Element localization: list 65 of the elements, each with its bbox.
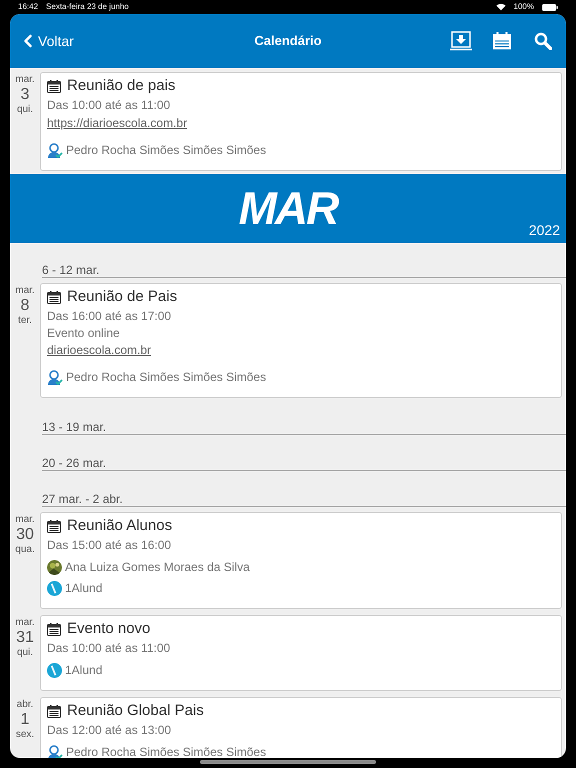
day-number: 1 [20,712,30,728]
battery-icon [542,4,558,10]
day-number: 31 [16,630,34,646]
week-label: 13 - 19 mar. [42,420,106,434]
participant-name: 1Alund [65,581,102,596]
event-title: Reunião Global Pais [67,701,204,721]
teacher-icon [47,370,63,386]
event-card[interactable]: Reunião de Pais Das 16:00 até as 17:00 Evento online diarioescola.com.br Pedro Rocha Simões Simões Simões [40,283,562,398]
event-card[interactable]: Evento novo Das 10:00 até as 11:00 1Alund [40,615,562,691]
event-time: Das 10:00 até as 11:00 [47,97,172,114]
event-card[interactable]: Reunião Global Pais Das 12:00 até as 13:00 Pedro Rocha Simões Simões Simões [40,697,562,758]
event-link[interactable]: diarioescola.com.br [47,343,152,357]
calendar-icon [47,80,61,92]
event-note: Evento online [47,325,121,341]
calendar-icon [47,520,61,532]
month-year: 2022 [528,221,560,240]
search-button[interactable] [534,32,552,50]
week-label: 6 - 12 mar. [42,263,100,277]
event-card[interactable]: Reunião de pais Das 10:00 até as 11:00 https://diarioescola.com.br Pedro Rocha Simões Simões Simões [40,72,562,171]
status-date: Sexta-feira 23 de junho [46,1,129,13]
event-title: Reunião de Pais [67,287,178,307]
participant-name: Ana Luiza Gomes Moraes da Silva [65,560,250,575]
status-time: 16:42 [18,1,38,13]
event-card[interactable]: Reunião Alunos Das 15:00 até as 16:00 Ana Luiza Gomes Moraes da Silva 1Alund [40,512,562,609]
event-time: Das 10:00 até as 11:00 [47,640,172,657]
day-weekday: ter. [18,316,32,326]
day-weekday: qui. [16,105,34,115]
day-weekday: qua. [15,545,35,555]
event-time: Das 12:00 até as 13:00 [47,722,172,739]
day-month: mar. [15,618,35,628]
event-title: Reunião Alunos [67,516,172,536]
event-link[interactable]: https://diarioescola.com.br [47,116,188,130]
participant-name: Pedro Rocha Simões Simões Simões [66,143,266,158]
page-title: Calendário [254,32,322,50]
teacher-icon [47,142,63,158]
wifi-icon [496,3,506,11]
calendar-icon [47,290,61,304]
day-month: mar. [15,515,35,525]
calendar-icon [47,622,61,636]
group-avatar-icon [47,663,62,678]
day-weekday: sex. [16,730,34,740]
day-number: 30 [16,527,34,543]
day-number: 8 [20,298,30,314]
day-month: mar. [15,286,35,296]
participant-name: Pedro Rocha Simões Simões Simões [66,370,266,385]
participant-name: Pedro Rocha Simões Simões Simões [66,745,266,758]
day-month: mar. [15,75,35,85]
battery-level: 100% [514,1,534,13]
event-title: Evento novo [67,619,150,639]
calendar-icon [47,704,61,718]
week-label: 20 - 26 mar. [42,456,106,470]
day-number: 3 [20,87,30,103]
week-label: 27 mar. - 2 abr. [42,492,123,506]
teacher-icon [47,744,63,758]
participant-name: 1Alund [65,663,102,678]
day-weekday: qui. [16,648,34,658]
back-button[interactable]: Voltar [18,30,74,52]
download-button[interactable] [450,31,472,51]
month-name: MAR [238,181,338,236]
event-title: Reunião de pais [67,76,176,96]
event-time: Das 16:00 até as 17:00 [47,308,172,325]
day-month: abr. [16,700,34,710]
group-avatar-icon [47,581,62,596]
calendar-button[interactable] [492,32,512,50]
event-time: Das 15:00 até as 16:00 [47,537,172,554]
